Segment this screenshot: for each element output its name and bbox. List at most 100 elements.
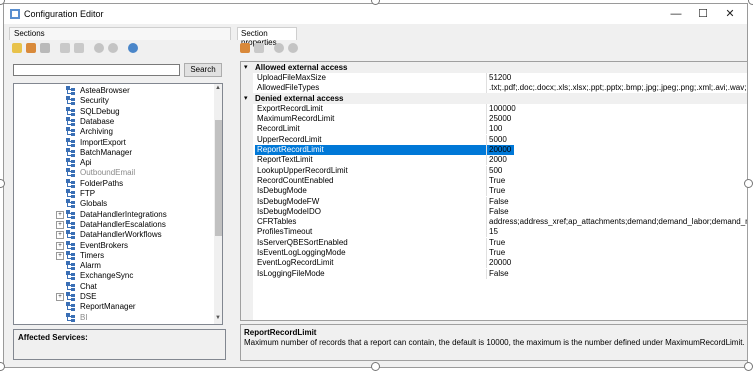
property-value[interactable]: 20000 <box>486 145 747 155</box>
resize-handle[interactable] <box>371 362 380 371</box>
tree-item[interactable]: + DataHandlerWorkflows <box>14 230 214 240</box>
property-value[interactable]: 5000 <box>486 134 747 145</box>
tree-item[interactable]: + EventBrokers <box>14 240 214 251</box>
property-row[interactable]: ProfilesTimeout 15 <box>241 227 747 238</box>
property-value[interactable]: True <box>486 186 747 197</box>
property-category[interactable]: ▾ Denied external access <box>241 93 747 105</box>
property-row[interactable]: IsDebugMode True <box>241 186 747 197</box>
property-row[interactable]: IsDebugModeIDO False <box>241 206 747 217</box>
property-row[interactable]: EventLogRecordLimit 20000 <box>241 258 747 269</box>
tree-item[interactable]: BatchManager <box>14 147 214 158</box>
property-value[interactable]: address;address_xref;ap_attachments;dema… <box>486 217 747 228</box>
tree-item[interactable]: BI <box>14 312 214 323</box>
tree-item[interactable]: Globals <box>14 199 214 209</box>
property-grid[interactable]: ▾ Allowed external access UploadFileMaxSiz… <box>240 61 748 321</box>
property-pages-icon[interactable] <box>274 43 284 53</box>
tree-item[interactable]: ExchangeSync <box>14 271 214 281</box>
property-value[interactable]: .txt;.pdf;.doc;.docx;.xls;.xlsx;.ppt;.pp… <box>486 82 747 93</box>
property-value[interactable]: True <box>486 175 747 186</box>
property-value[interactable]: False <box>486 206 747 217</box>
tree-item[interactable]: Archiving <box>14 127 214 137</box>
expand-icon[interactable]: + <box>56 251 64 260</box>
tree-item[interactable]: ReportManager <box>14 302 214 312</box>
tree-item[interactable]: + DSE <box>14 292 214 302</box>
tree-scroll-thumb[interactable] <box>215 120 222 236</box>
search-input[interactable] <box>13 64 180 76</box>
property-category[interactable]: ▾ Allowed external access <box>241 62 747 73</box>
property-row[interactable]: AllowedFileTypes .txt;.pdf;.doc;.docx;.xl… <box>241 82 747 93</box>
property-value[interactable]: True <box>486 248 747 258</box>
tree-item[interactable]: Database <box>14 116 214 127</box>
property-value[interactable]: 20000 <box>486 258 747 269</box>
events-icon[interactable] <box>288 43 298 53</box>
tree-item[interactable]: Security <box>14 96 214 106</box>
forward-icon[interactable] <box>108 43 118 53</box>
search-button[interactable]: Search <box>184 63 222 77</box>
tab-sections[interactable]: Sections <box>9 27 231 40</box>
property-row[interactable]: ReportTextLimit 2000 <box>241 155 747 166</box>
property-row[interactable]: RecordLimit 100 <box>241 124 747 135</box>
expand-icon[interactable]: + <box>56 241 64 250</box>
property-row[interactable]: CFRTables address;address_xref;ap_attachm… <box>241 217 747 228</box>
tab-section-properties[interactable]: Section properties <box>237 27 297 47</box>
property-row[interactable]: UploadFileMaxSize 51200 <box>241 72 747 83</box>
categorized-icon[interactable] <box>240 43 250 53</box>
property-value[interactable]: False <box>486 268 747 279</box>
property-value[interactable]: 51200 <box>486 72 747 83</box>
tree-item[interactable]: OutboundEmail <box>14 168 214 178</box>
tree-item[interactable]: FTP <box>14 189 214 199</box>
tree-item[interactable]: + Timers <box>14 250 214 261</box>
property-row[interactable]: LookupUpperRecordLimit 500 <box>241 165 747 176</box>
expand-icon[interactable]: + <box>56 231 64 240</box>
property-value[interactable]: False <box>486 196 747 207</box>
tree-item[interactable]: + DataHandlerIntegrations <box>14 209 214 220</box>
property-value[interactable]: 100 <box>486 124 747 135</box>
tree-scrollbar[interactable]: ▲ ▼ <box>214 84 222 324</box>
collapse-icon[interactable]: ▾ <box>244 94 248 102</box>
maximize-button[interactable]: ☐ <box>690 6 716 22</box>
collapse-icon[interactable]: ▾ <box>244 63 248 71</box>
resize-handle[interactable] <box>744 362 753 371</box>
property-row[interactable]: IsEventLogLoggingMode True <box>241 248 747 258</box>
tree-item[interactable]: Api <box>14 158 214 168</box>
tree-item[interactable]: AsteaBrowser <box>14 86 214 96</box>
resize-handle[interactable] <box>748 0 753 5</box>
expand-icon[interactable]: + <box>56 293 64 301</box>
resize-handle[interactable] <box>744 179 753 188</box>
property-row[interactable]: MaximumRecordLimit 25000 <box>241 114 747 125</box>
resize-handle[interactable] <box>0 362 5 371</box>
tree-item[interactable]: + DataHandlerEscalations <box>14 219 214 230</box>
property-value[interactable]: 25000 <box>486 114 747 125</box>
close-button[interactable]: ✕ <box>717 6 743 22</box>
minimize-button[interactable]: — <box>663 6 689 22</box>
expand-icon[interactable]: + <box>56 210 64 219</box>
property-value[interactable]: True <box>486 237 747 248</box>
property-value[interactable]: 500 <box>486 165 747 176</box>
scroll-down-icon[interactable]: ▼ <box>215 315 221 321</box>
tree-item[interactable]: ImportExport <box>14 137 214 148</box>
sections-tree[interactable]: ▲ ▼ AsteaBrowser Security SQLDebug Database… <box>13 83 223 325</box>
property-row[interactable]: IsServerQBESortEnabled True <box>241 237 747 248</box>
property-value[interactable]: 2000 <box>486 155 747 166</box>
refresh-icon[interactable] <box>26 43 36 53</box>
tree-item[interactable]: Chat <box>14 281 214 292</box>
property-value[interactable]: 15 <box>486 227 747 238</box>
expand-icon[interactable]: + <box>56 220 64 229</box>
property-row[interactable]: RecordCountEnabled True <box>241 175 747 186</box>
tree-expand-icon[interactable] <box>60 43 70 53</box>
tree-item[interactable]: Alarm <box>14 261 214 271</box>
scroll-up-icon[interactable]: ▲ <box>215 85 221 91</box>
tree-item[interactable]: FolderPaths <box>14 178 214 189</box>
property-row[interactable]: ExportRecordLimit 100000 <box>241 103 747 114</box>
property-row[interactable]: ReportRecordLimit 20000 <box>241 145 747 155</box>
property-row[interactable]: UpperRecordLimit 5000 <box>241 134 747 145</box>
property-row[interactable]: IsDebugModeFW False <box>241 196 747 207</box>
globe-icon[interactable] <box>128 43 138 53</box>
property-value[interactable]: 100000 <box>486 103 747 114</box>
open-folder-icon[interactable] <box>12 43 22 53</box>
back-icon[interactable] <box>94 43 104 53</box>
property-row[interactable]: IsLoggingFileMode False <box>241 268 747 279</box>
tree-collapse-icon[interactable] <box>74 43 84 53</box>
tree-item[interactable]: SQLDebug <box>14 106 214 117</box>
copy-icon[interactable] <box>40 43 50 53</box>
